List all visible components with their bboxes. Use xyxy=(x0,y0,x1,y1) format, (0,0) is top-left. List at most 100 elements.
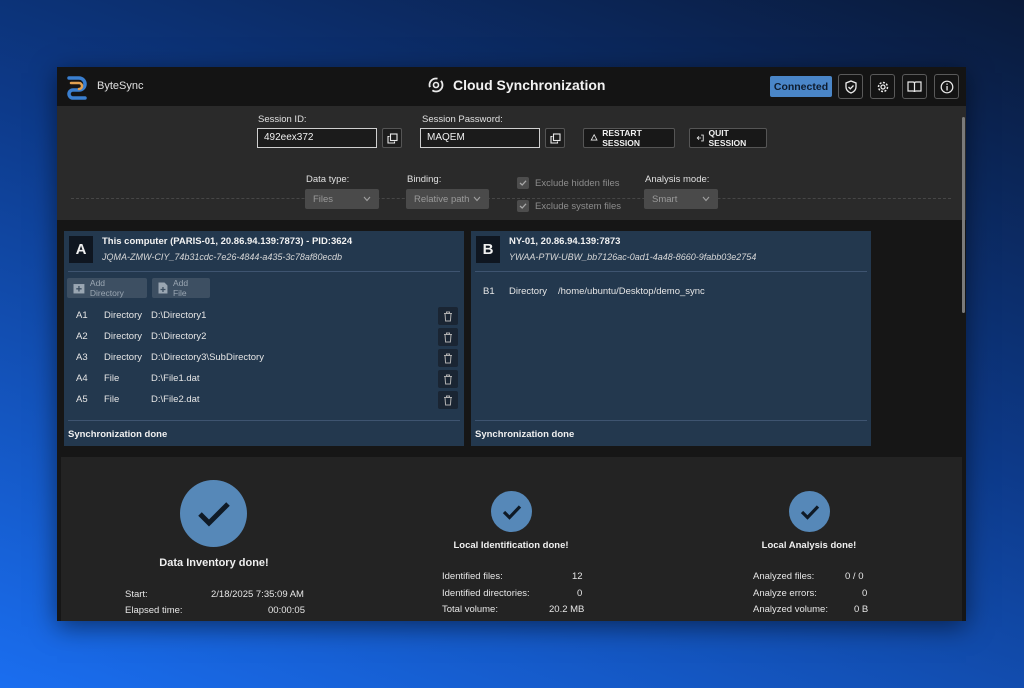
progress-area: Data Inventory done! Start: 2/18/2025 7:… xyxy=(57,453,966,621)
row-path: D:\Directory3\SubDirectory xyxy=(151,352,264,363)
checkmark-icon xyxy=(197,501,230,527)
documentation-button[interactable] xyxy=(902,74,927,99)
row-path: D:\File2.dat xyxy=(151,394,200,405)
trash-icon xyxy=(444,353,452,363)
about-button[interactable] xyxy=(934,74,959,99)
analyzed-files-label: Analyzed files: xyxy=(753,571,815,582)
delete-row-button[interactable] xyxy=(438,307,458,325)
data-type-value: Files xyxy=(313,193,334,205)
total-volume-value: 20.2 MB xyxy=(549,604,585,615)
quit-session-label: QUIT SESSION xyxy=(708,128,747,148)
window-title: Cloud Synchronization xyxy=(427,76,605,94)
check-icon xyxy=(519,203,527,209)
trash-icon xyxy=(444,374,452,384)
app-window: ByteSync Cloud Synchronization Connected xyxy=(57,67,966,621)
info-icon xyxy=(940,80,953,93)
exclude-system-files-checkbox[interactable]: Exclude system files xyxy=(517,200,621,212)
chevron-down-icon xyxy=(473,196,481,202)
table-row[interactable]: A2 Directory D:\Directory2 xyxy=(64,328,464,346)
row-code: A4 xyxy=(76,373,88,384)
copy-icon xyxy=(549,132,561,144)
panel-b-letter: B xyxy=(476,236,500,263)
folder-plus-icon xyxy=(73,283,85,293)
row-code: A3 xyxy=(76,352,88,363)
restart-session-button[interactable]: RESTART SESSION xyxy=(583,128,675,148)
add-file-label: Add File xyxy=(172,278,189,298)
row-code: A1 xyxy=(76,310,88,321)
analysis-mode-label: Analysis mode: xyxy=(645,174,710,185)
panel-b-name: NY-01, 20.86.94.139:7873 xyxy=(509,236,621,247)
copy-session-password-button[interactable] xyxy=(545,128,565,148)
session-id-field[interactable]: 492eex372 xyxy=(257,128,377,148)
table-row[interactable]: A1 Directory D:\Directory1 xyxy=(64,307,464,325)
row-path: D:\File1.dat xyxy=(151,373,200,384)
delete-row-button[interactable] xyxy=(438,391,458,409)
delete-row-button[interactable] xyxy=(438,328,458,346)
identified-directories-label: Identified directories: xyxy=(442,588,530,599)
settings-button[interactable] xyxy=(870,74,895,99)
panel-a-letter: A xyxy=(69,236,93,263)
analyzed-volume-value: 0 B xyxy=(854,604,869,615)
trash-icon xyxy=(444,332,452,342)
window-title-text: Cloud Synchronization xyxy=(453,77,606,93)
vertical-scrollbar[interactable] xyxy=(962,117,965,313)
row-code: B1 xyxy=(483,286,495,297)
table-row[interactable]: A5 File D:\File2.dat xyxy=(64,391,464,409)
trust-button[interactable] xyxy=(838,74,863,99)
row-type: File xyxy=(104,394,120,405)
row-path: /home/ubuntu/Desktop/demo_sync xyxy=(558,286,705,297)
check-icon xyxy=(519,180,527,186)
cloud-sync-icon xyxy=(428,77,444,93)
analysis-title: Local Analysis done! xyxy=(761,540,857,551)
checkbox-box xyxy=(517,177,529,189)
repository-panel-a: A This computer (PARIS-01, 20.86.94.139:… xyxy=(64,231,464,446)
inventory-title: Data Inventory done! xyxy=(159,557,269,569)
exclude-system-files-label: Exclude system files xyxy=(535,200,622,212)
identified-directories-value: 0 xyxy=(577,588,583,599)
identification-title: Local Identification done! xyxy=(453,540,569,551)
restart-session-label: RESTART SESSION xyxy=(602,128,642,148)
binding-select[interactable]: Relative path xyxy=(406,189,489,209)
row-type: Directory xyxy=(509,286,548,297)
trash-icon xyxy=(444,311,452,321)
row-type: Directory xyxy=(104,352,143,363)
panel-a-status: Synchronization done xyxy=(68,429,168,440)
copy-session-id-button[interactable] xyxy=(382,128,402,148)
repositories-area: A This computer (PARIS-01, 20.86.94.139:… xyxy=(57,220,966,453)
analysis-mode-select[interactable]: Smart xyxy=(644,189,718,209)
data-type-select[interactable]: Files xyxy=(305,189,379,209)
analyzed-files-value: 0 / 0 xyxy=(845,571,864,582)
title-bar: ByteSync Cloud Synchronization Connected xyxy=(57,67,966,106)
row-type: Directory xyxy=(104,331,143,342)
logout-icon xyxy=(696,134,704,142)
progress-panel: Data Inventory done! Start: 2/18/2025 7:… xyxy=(61,457,962,621)
app-name: ByteSync xyxy=(97,80,144,92)
bytesync-logo-icon xyxy=(67,76,87,100)
add-directory-button[interactable]: Add Directory xyxy=(67,278,147,298)
connection-status-button[interactable]: Connected xyxy=(770,76,832,97)
table-row[interactable]: A3 Directory D:\Directory3\SubDirectory xyxy=(64,349,464,367)
add-file-button[interactable]: Add File xyxy=(152,278,210,298)
panel-b-status: Synchronization done xyxy=(475,429,575,440)
quit-session-button[interactable]: QUIT SESSION xyxy=(689,128,767,148)
inventory-start-label: Start: xyxy=(125,589,148,600)
delete-row-button[interactable] xyxy=(438,370,458,388)
file-plus-icon xyxy=(158,282,168,294)
table-row[interactable]: B1 Directory /home/ubuntu/Desktop/demo_s… xyxy=(471,283,871,301)
table-row[interactable]: A4 File D:\File1.dat xyxy=(64,370,464,388)
chevron-down-icon xyxy=(363,196,371,202)
trash-icon xyxy=(444,395,452,405)
session-id-label: Session ID: xyxy=(258,114,307,125)
identified-files-label: Identified files: xyxy=(442,571,503,582)
gear-icon xyxy=(877,81,888,92)
session-password-field[interactable]: MAQEM xyxy=(420,128,540,148)
panel-b-separator xyxy=(475,271,867,272)
exclude-hidden-files-checkbox[interactable]: Exclude hidden files xyxy=(517,177,620,189)
analysis-mode-value: Smart xyxy=(652,193,678,205)
analyzed-volume-label: Analyzed volume: xyxy=(753,604,828,615)
row-type: File xyxy=(104,373,120,384)
delete-row-button[interactable] xyxy=(438,349,458,367)
data-type-label: Data type: xyxy=(306,174,350,185)
identification-done-icon xyxy=(491,491,532,532)
repository-panel-b: B NY-01, 20.86.94.139:7873 YWAA-PTW-UBW_… xyxy=(471,231,871,446)
